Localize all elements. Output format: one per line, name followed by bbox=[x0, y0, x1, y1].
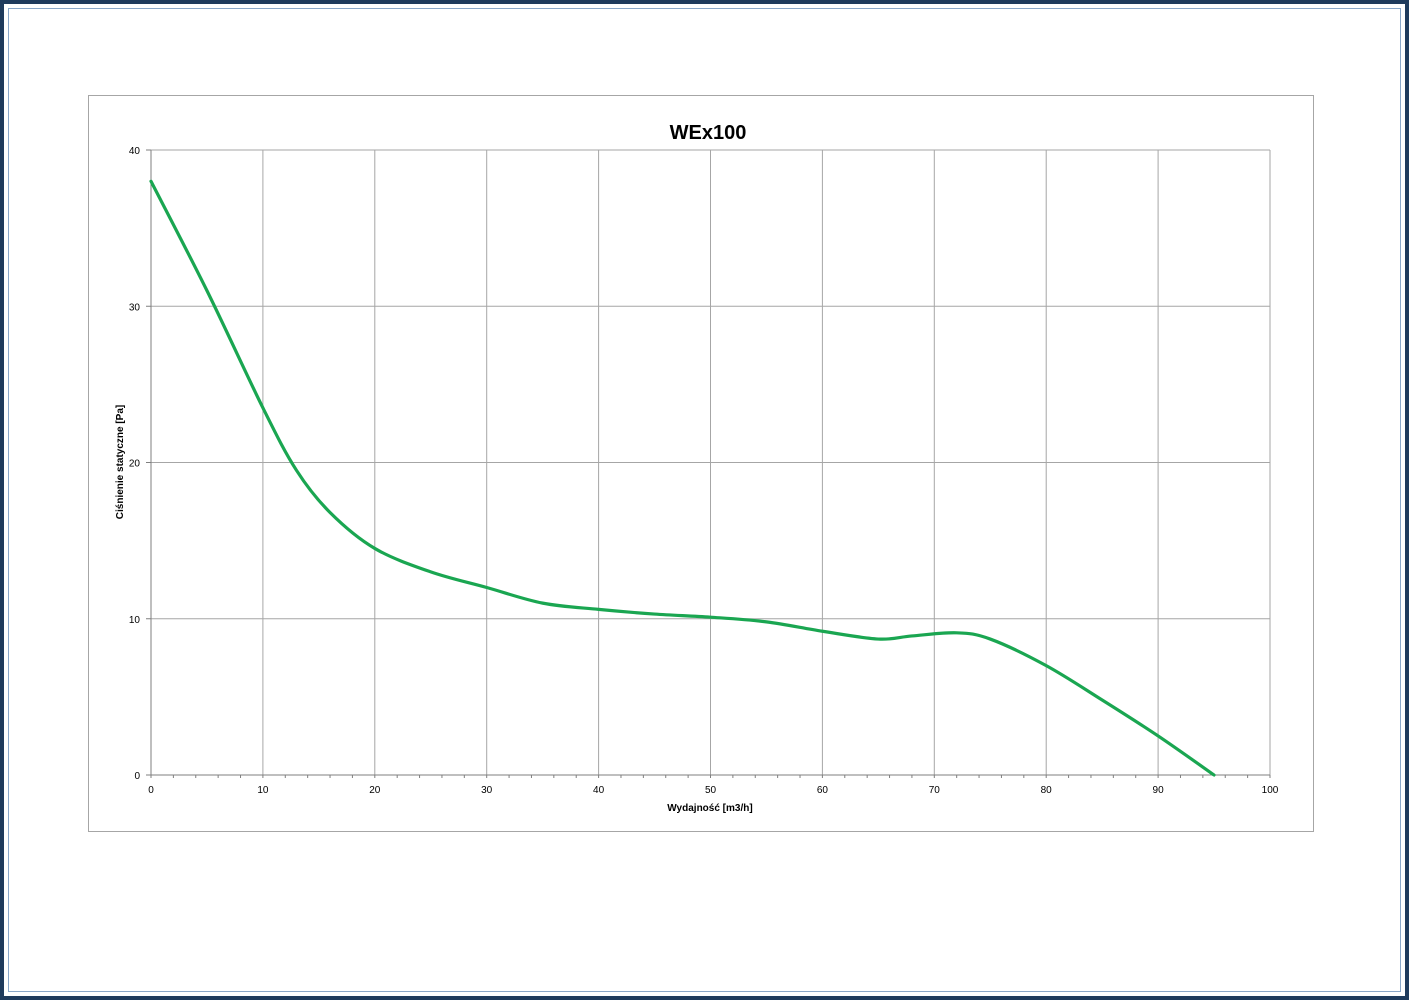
axes bbox=[146, 149, 1271, 778]
y-tick-label: 40 bbox=[129, 146, 141, 157]
x-tick-label: 70 bbox=[929, 785, 941, 796]
y-tick-label: 0 bbox=[134, 771, 140, 782]
y-tick-label: 10 bbox=[129, 615, 141, 626]
x-tick-label: 100 bbox=[1262, 785, 1279, 796]
x-tick-label: 20 bbox=[369, 785, 381, 796]
x-tick-label: 30 bbox=[481, 785, 493, 796]
x-tick-label: 90 bbox=[1153, 785, 1165, 796]
x-tick-label: 50 bbox=[705, 785, 717, 796]
series-layer bbox=[149, 179, 1216, 777]
y-tick-label: 20 bbox=[129, 459, 141, 470]
x-tick-label: 10 bbox=[257, 785, 269, 796]
grid-lines bbox=[150, 149, 1271, 776]
series-line bbox=[149, 179, 1216, 777]
chart-title: WEx100 bbox=[670, 122, 747, 144]
x-axis-label: Wydajność [m3/h] bbox=[667, 803, 752, 814]
y-tick-label: 30 bbox=[129, 302, 141, 313]
chart-svg: 0 10 20 30 40 50 60 70 80 90 100 0 10 20 30 40 WEx100 W… bbox=[115, 122, 1279, 814]
x-tick-label: 80 bbox=[1041, 785, 1053, 796]
x-tick-label: 60 bbox=[817, 785, 829, 796]
x-tick-label: 0 bbox=[148, 785, 154, 796]
x-tick-label: 40 bbox=[593, 785, 605, 796]
y-axis-label: Ciśnienie statyczne [Pa] bbox=[115, 405, 126, 519]
tick-labels: 0 10 20 30 40 50 60 70 80 90 100 0 10 20 30 40 bbox=[129, 146, 1279, 796]
chart-area: 0 10 20 30 40 50 60 70 80 90 100 0 10 20 30 40 WEx100 W… bbox=[88, 95, 1314, 832]
